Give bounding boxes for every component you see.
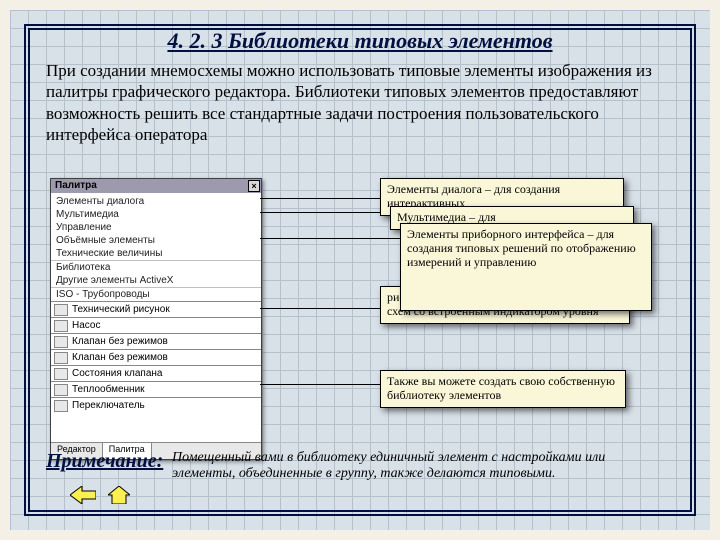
item-icon <box>54 368 68 380</box>
item-label: Клапан без режимов <box>72 334 168 349</box>
item-label: Теплообменник <box>72 382 145 397</box>
palette-title: Палитра <box>55 180 97 191</box>
arrow-left-icon[interactable] <box>70 486 96 504</box>
list-item[interactable]: Клапан без режимов <box>51 333 261 349</box>
footer-label: Примечание: <box>46 450 168 473</box>
palette-titlebar: Палитра × <box>51 179 261 193</box>
list-item[interactable]: Насос <box>51 317 261 333</box>
list-item[interactable]: Теплообменник <box>51 381 261 397</box>
list-item[interactable]: Состояния клапана <box>51 365 261 381</box>
item-icon <box>54 400 68 412</box>
list-item[interactable]: Мультимедиа <box>51 208 261 221</box>
list-item[interactable]: Другие элементы ActiveX <box>51 274 261 287</box>
item-icon <box>54 304 68 316</box>
body-paragraph: При создании мнемосхемы можно использова… <box>46 60 674 145</box>
list-item[interactable]: Библиотека <box>51 260 261 274</box>
list-item[interactable]: Элементы диалога <box>51 195 261 208</box>
callout-box: Элементы приборного интерфейса – для соз… <box>400 223 652 311</box>
item-label: Переключатель <box>72 398 145 413</box>
item-label: Технический рисунок <box>72 302 170 317</box>
item-icon <box>54 352 68 364</box>
item-icon <box>54 384 68 396</box>
item-label: Насос <box>72 318 100 333</box>
home-icon[interactable] <box>108 486 130 504</box>
item-label: Состояния клапана <box>72 366 162 381</box>
list-item[interactable]: Технические величины <box>51 247 261 260</box>
palette-window: Палитра × Элементы диалога Мультимедиа У… <box>50 178 262 460</box>
item-icon <box>54 336 68 348</box>
close-icon[interactable]: × <box>248 180 260 192</box>
page-title: 4. 2. 3 Библиотеки типовых элементов <box>46 28 674 54</box>
list-item[interactable]: Технический рисунок <box>51 301 261 317</box>
palette-item-list: Элементы диалога Мультимедиа Управление … <box>51 193 261 415</box>
item-icon <box>54 320 68 332</box>
list-item[interactable]: ISO - Трубопроводы <box>51 287 261 301</box>
item-label: Клапан без режимов <box>72 350 168 365</box>
list-item[interactable]: Клапан без режимов <box>51 349 261 365</box>
list-item[interactable]: Переключатель <box>51 397 261 413</box>
list-item[interactable]: Объёмные элементы <box>51 234 261 247</box>
callout-box: Также вы можете создать свою собственную… <box>380 370 626 408</box>
list-item[interactable]: Управление <box>51 221 261 234</box>
footer-text: Помещенный вами в библиотеку единичный э… <box>172 450 670 482</box>
